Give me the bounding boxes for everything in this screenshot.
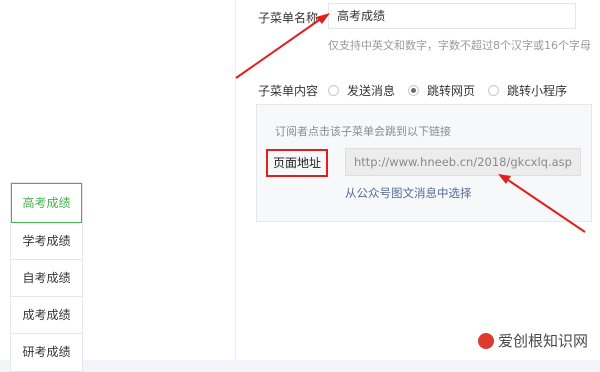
radio-open-webpage-label: 跳转网页: [427, 84, 476, 98]
submenu-name-input[interactable]: 高考成绩: [328, 3, 576, 29]
menu-item-xuekao[interactable]: 学考成绩: [11, 223, 82, 260]
menu-item-yankao[interactable]: 研考成绩: [11, 334, 82, 371]
menu-item-chengkao[interactable]: 成考成绩: [11, 297, 82, 334]
left-panel: 高考成绩 学考成绩 自考成绩 成考成绩 研考成绩: [0, 0, 235, 372]
menu-item-gaokao[interactable]: 高考成绩: [11, 183, 82, 223]
radio-mini-program-label: 跳转小程序: [507, 84, 568, 98]
radio-send-message[interactable]: 发送消息: [328, 82, 395, 99]
radio-circle-icon: [328, 85, 339, 96]
submenu-editor: 子菜单名称 高考成绩 仅支持中英文和数字，字数不超过8个汉字或16个字母 子菜单…: [235, 0, 600, 360]
watermark-logo-icon: [478, 332, 494, 349]
menu-item-zikao[interactable]: 自考成绩: [11, 260, 82, 297]
radio-open-webpage[interactable]: 跳转网页: [408, 82, 475, 99]
select-from-articles-link[interactable]: 从公众号图文消息中选择: [345, 185, 472, 201]
radio-selected-icon: [408, 85, 419, 96]
submenu-name-label: 子菜单名称: [258, 11, 319, 25]
page-address-label: 页面地址: [266, 149, 328, 177]
page-address-input[interactable]: http://www.hneeb.cn/2018/gkcxlq.asp: [345, 148, 581, 176]
watermark-text: 爱创根知识网: [498, 332, 589, 350]
radio-mini-program[interactable]: 跳转小程序: [488, 82, 567, 99]
submenu-name-hint: 仅支持中英文和数字，字数不超过8个汉字或16个字母: [328, 39, 591, 52]
submenu-content-label: 子菜单内容: [258, 84, 319, 98]
link-tip: 订阅者点击该子菜单会跳到以下链接: [275, 125, 451, 138]
link-settings-box: 订阅者点击该子菜单会跳到以下链接 页面地址 http://www.hneeb.c…: [256, 104, 592, 222]
radio-circle-icon: [488, 85, 499, 96]
watermark: 爱创根知识网: [478, 330, 588, 351]
radio-send-message-label: 发送消息: [347, 84, 396, 98]
menu-list: 高考成绩 学考成绩 自考成绩 成考成绩 研考成绩: [10, 182, 83, 372]
